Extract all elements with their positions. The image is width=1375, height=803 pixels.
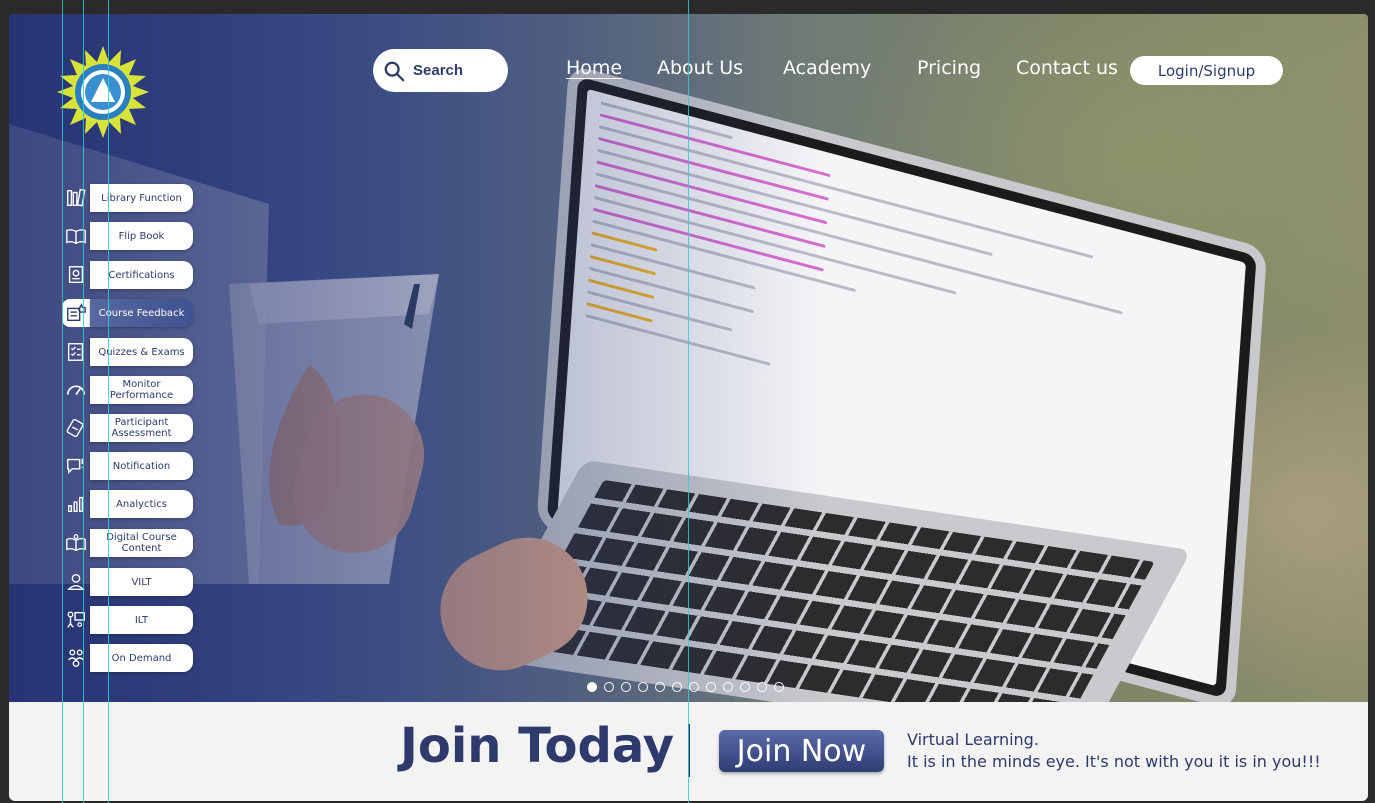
instructor-icon bbox=[62, 606, 90, 634]
tagline-primary: Virtual Learning. bbox=[907, 730, 1039, 749]
library-icon bbox=[62, 184, 90, 212]
on-demand-icon bbox=[62, 644, 90, 672]
carousel-dot[interactable] bbox=[689, 682, 699, 692]
nav-contact-us[interactable]: Contact us bbox=[1016, 57, 1118, 79]
join-today-heading: Join Today bbox=[400, 718, 675, 774]
guide-line bbox=[108, 0, 109, 803]
sidebar-item-label: VILT bbox=[90, 568, 193, 596]
carousel-dot[interactable] bbox=[757, 682, 767, 692]
carousel-dot[interactable] bbox=[638, 682, 648, 692]
sidebar-item-label: Certifications bbox=[90, 261, 193, 289]
guide-line bbox=[688, 0, 689, 803]
sidebar-item-label: Flip Book bbox=[90, 222, 193, 250]
sidebar-item-label: Quizzes & Exams bbox=[90, 338, 193, 366]
quality-circle-logo bbox=[57, 46, 149, 138]
carousel-dot[interactable] bbox=[604, 682, 614, 692]
carousel-dot[interactable] bbox=[740, 682, 750, 692]
search-icon bbox=[384, 61, 405, 81]
nav-about-us[interactable]: About Us bbox=[657, 57, 743, 79]
carousel-dot[interactable] bbox=[723, 682, 733, 692]
tagline-secondary: It is in the minds eye. It's not with yo… bbox=[907, 752, 1321, 771]
sidebar-item-label: ILT bbox=[90, 606, 193, 634]
sidebar-item-certifications[interactable]: Certifications bbox=[62, 261, 193, 289]
carousel-dot[interactable] bbox=[655, 682, 665, 692]
sidebar-item-library-function[interactable]: Library Function bbox=[62, 184, 193, 212]
carousel-dot[interactable] bbox=[621, 682, 631, 692]
sidebar-item-label: Participant Assessment bbox=[90, 414, 193, 442]
sidebar-item-label: On Demand bbox=[90, 644, 193, 672]
carousel-dot[interactable] bbox=[672, 682, 682, 692]
sidebar-item-notification[interactable]: Notification bbox=[62, 452, 193, 480]
virtual-class-icon bbox=[62, 568, 90, 596]
sidebar-item-label: Analyctics bbox=[90, 490, 193, 518]
feedback-icon bbox=[62, 299, 90, 327]
search-box[interactable] bbox=[373, 49, 508, 92]
guide-line bbox=[83, 0, 84, 803]
sidebar-item-label: Course Feedback bbox=[90, 299, 193, 327]
sidebar-item-participant-assessment[interactable]: Participant Assessment bbox=[62, 414, 193, 442]
login-signup-button[interactable]: Login/Signup bbox=[1130, 56, 1283, 85]
join-now-button[interactable]: Join Now bbox=[719, 730, 884, 772]
guide-line bbox=[62, 0, 63, 803]
notification-icon bbox=[62, 452, 90, 480]
sidebar-item-ilt[interactable]: ILT bbox=[62, 606, 193, 634]
search-input[interactable] bbox=[413, 62, 503, 79]
sidebar-item-quizzes-exams[interactable]: Quizzes & Exams bbox=[62, 338, 193, 366]
sidebar-item-label: Notification bbox=[90, 452, 193, 480]
sidebar-item-vilt[interactable]: VILT bbox=[62, 568, 193, 596]
assessment-icon bbox=[62, 414, 90, 442]
nav-pricing[interactable]: Pricing bbox=[917, 57, 981, 79]
digital-content-icon bbox=[62, 529, 90, 557]
certificate-icon bbox=[62, 261, 90, 289]
analytics-icon bbox=[62, 490, 90, 518]
carousel-dot[interactable] bbox=[774, 682, 784, 692]
carousel-dot[interactable] bbox=[587, 682, 597, 692]
gauge-icon bbox=[62, 376, 90, 404]
sidebar-item-monitor-performance[interactable]: Monitor Performance bbox=[62, 376, 193, 404]
nav-home[interactable]: Home bbox=[566, 57, 622, 79]
sidebar-item-label: Library Function bbox=[90, 184, 193, 212]
sidebar-item-label: Digital Course Content bbox=[90, 529, 193, 557]
sidebar-item-on-demand[interactable]: On Demand bbox=[62, 644, 193, 672]
sidebar-item-course-feedback[interactable]: Course Feedback bbox=[62, 299, 193, 327]
sidebar-item-digital-course-content[interactable]: Digital Course Content bbox=[62, 529, 193, 557]
flip-book-icon bbox=[62, 222, 90, 250]
carousel-dot[interactable] bbox=[706, 682, 716, 692]
sidebar-item-analytics[interactable]: Analyctics bbox=[62, 490, 193, 518]
quiz-icon bbox=[62, 338, 90, 366]
sidebar-item-flip-book[interactable]: Flip Book bbox=[62, 222, 193, 250]
sidebar-item-label: Monitor Performance bbox=[90, 376, 193, 404]
carousel-dots bbox=[587, 682, 784, 692]
nav-academy[interactable]: Academy bbox=[783, 57, 871, 79]
